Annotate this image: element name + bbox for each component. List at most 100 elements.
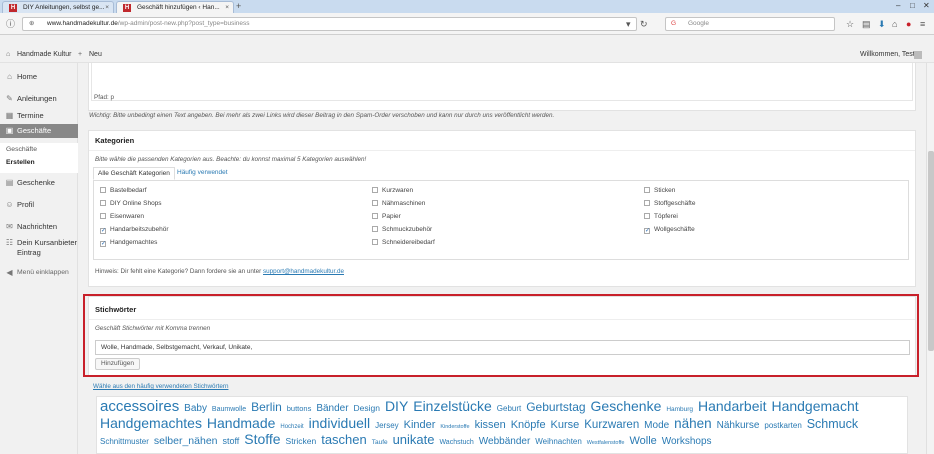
tag-cloud-item[interactable]: Nähkurse	[717, 420, 760, 431]
welcome-user[interactable]: Willkommen, Test	[860, 47, 915, 63]
tag-cloud-item[interactable]: nähen	[674, 416, 712, 431]
tag-cloud-item[interactable]: Workshops	[662, 436, 712, 447]
tag-cloud-item[interactable]: Handgemachtes	[100, 415, 202, 431]
tag-cloud-item[interactable]: individuell	[309, 415, 370, 431]
tag-cloud-item[interactable]: Einzelstücke	[413, 398, 492, 414]
reload-icon[interactable]: ↻	[640, 17, 648, 31]
page-scrollbar[interactable]	[926, 63, 934, 454]
tag-cloud-item[interactable]: Kurzwaren	[584, 419, 639, 431]
menu-icon[interactable]: ≡	[920, 17, 925, 31]
category-schneidereibedarf[interactable]: Schneidereibedarf	[372, 239, 435, 247]
tag-cloud-item[interactable]: Webbänder	[479, 436, 531, 447]
avatar[interactable]	[914, 51, 922, 59]
category-diy-online-shops[interactable]: DIY Online Shops	[100, 200, 162, 208]
tag-cloud-item[interactable]: Baby	[184, 403, 207, 414]
tag-cloud-item[interactable]: Kinder	[404, 419, 436, 431]
category-checkbox[interactable]	[372, 226, 378, 232]
submenu-item-erstellen[interactable]: Erstellen	[6, 159, 35, 166]
category-checkbox-checked[interactable]: ✓	[100, 241, 106, 247]
scrollbar-thumb[interactable]	[928, 151, 934, 351]
sidebar-item-home[interactable]: ⌂ Home	[0, 72, 78, 82]
category-kurzwaren[interactable]: Kurzwaren	[372, 187, 413, 195]
page-info-icon[interactable]: ⓘ	[6, 17, 15, 31]
addon-icon[interactable]: ●	[906, 17, 911, 31]
tag-cloud-item[interactable]: Stricken	[286, 436, 317, 446]
close-tab-icon[interactable]: ×	[225, 2, 229, 13]
browser-tab-2[interactable]: H Geschäft hinzufügen ‹ Han... ×	[116, 1, 234, 13]
tag-cloud-item[interactable]: stoff	[222, 436, 239, 446]
sidebar-item-kursanbieter[interactable]: ☷ Dein Kursanbieter Eintrag	[0, 238, 78, 258]
category-schmuckzubehoer[interactable]: Schmuckzubehör	[372, 226, 432, 234]
tag-cloud-item[interactable]: Taufe	[372, 439, 388, 446]
category-naehmaschinen[interactable]: Nähmaschinen	[372, 200, 425, 208]
category-checkbox[interactable]	[644, 187, 650, 193]
sidebar-item-geschenke[interactable]: ▤ Geschenke	[0, 178, 78, 188]
tag-cloud-item[interactable]: DIY	[385, 398, 408, 414]
frequent-tags-link[interactable]: Wähle aus den häufig verwendeten Stichwö…	[93, 383, 228, 390]
category-checkbox[interactable]	[372, 187, 378, 193]
url-bar[interactable]: ⊕ www.handmadekultur.de/wp-admin/post-ne…	[22, 17, 637, 31]
tag-cloud-item[interactable]: kissen	[475, 419, 506, 431]
tag-cloud-item[interactable]: Stoffe	[244, 431, 280, 447]
collapse-menu-button[interactable]: ◀ Menü einklappen	[0, 268, 78, 278]
tag-cloud-item[interactable]: Bänder	[316, 403, 348, 414]
category-checkbox[interactable]	[372, 239, 378, 245]
site-name-link[interactable]: Handmade Kultur	[17, 47, 71, 63]
tag-cloud-item[interactable]: Wachstuch	[439, 439, 473, 446]
dropdown-arrow-icon[interactable]: ▾	[626, 17, 631, 31]
sidebar-item-geschaefte[interactable]: ▣ Geschäfte	[0, 124, 78, 138]
browser-tab-1[interactable]: H DIY Anleitungen, selbst ge... ×	[2, 1, 114, 13]
tag-cloud-item[interactable]: Handmade	[207, 415, 276, 431]
category-checkbox[interactable]	[100, 200, 106, 206]
download-icon[interactable]: ⬇	[878, 17, 886, 31]
minimize-icon[interactable]: –	[896, 0, 900, 12]
tag-cloud-item[interactable]: Mode	[644, 420, 669, 431]
tag-cloud-item[interactable]: Geburt	[497, 404, 521, 413]
tag-cloud-item[interactable]: Hamburg	[666, 406, 693, 413]
wordpress-icon[interactable]: ⌂	[6, 47, 10, 63]
tag-cloud-item[interactable]: Knöpfe	[511, 419, 546, 431]
library-icon[interactable]: ▤	[862, 17, 871, 31]
support-email-link[interactable]: support@handmadekultur.de	[263, 268, 344, 275]
tag-cloud-item[interactable]: postkarten	[764, 421, 801, 430]
tag-cloud-item[interactable]: Jersey	[375, 421, 399, 430]
sidebar-item-anleitungen[interactable]: ✎ Anleitungen	[0, 94, 78, 104]
search-input[interactable]: G Google	[665, 17, 835, 31]
new-content-link[interactable]: Neu	[89, 47, 102, 63]
tag-cloud-item[interactable]: Wolle	[629, 435, 656, 447]
close-window-icon[interactable]: ✕	[923, 0, 930, 12]
tab-frequent-categories[interactable]: Häufig verwendet	[173, 167, 232, 180]
category-checkbox[interactable]	[100, 213, 106, 219]
tag-cloud-item[interactable]: Kinderstoffe	[440, 424, 469, 430]
submenu-item-geschaefte[interactable]: Geschäfte	[6, 146, 37, 153]
category-stoffgeschaefte[interactable]: Stoffgeschäfte	[644, 200, 695, 208]
category-checkbox[interactable]	[644, 213, 650, 219]
tag-cloud-item[interactable]: Hochzeit	[280, 424, 303, 430]
sidebar-item-profil[interactable]: ☺ Profil	[0, 200, 78, 210]
tag-cloud-item[interactable]: Baumwolle	[212, 406, 246, 413]
category-papier[interactable]: Papier	[372, 213, 401, 221]
category-handarbeitszubehoer[interactable]: ✓ Handarbeitszubehör	[100, 226, 169, 234]
tag-cloud-item[interactable]: Geschenke	[591, 398, 662, 414]
category-bastelbedarf[interactable]: Bastelbedarf	[100, 187, 147, 195]
category-checkbox[interactable]	[644, 200, 650, 206]
category-checkbox[interactable]	[100, 187, 106, 193]
new-tab-button[interactable]: +	[236, 1, 241, 12]
tag-cloud-item[interactable]: Westfalenstoffe	[587, 440, 625, 446]
tag-cloud-item[interactable]: taschen	[321, 432, 367, 447]
category-sticken[interactable]: Sticken	[644, 187, 675, 195]
tab-all-categories[interactable]: Alle Geschäft Kategorien	[93, 167, 175, 180]
maximize-icon[interactable]: □	[910, 0, 915, 12]
category-handgemachtes[interactable]: ✓ Handgemachtes	[100, 239, 157, 247]
tag-cloud-item[interactable]: Weihnachten	[535, 437, 582, 446]
tag-cloud-item[interactable]: Berlin	[251, 400, 282, 414]
tag-cloud-item[interactable]: Kurse	[551, 419, 580, 431]
sidebar-item-termine[interactable]: ▦ Termine	[0, 111, 78, 121]
tag-cloud-item[interactable]: Handarbeit	[698, 398, 767, 414]
home-browser-icon[interactable]: ⌂	[892, 17, 897, 31]
tag-cloud-item[interactable]: Geburtstag	[526, 400, 585, 414]
tag-cloud-item[interactable]: Design	[354, 403, 380, 413]
tag-cloud-item[interactable]: unikate	[393, 432, 435, 447]
category-wollgeschaefte[interactable]: ✓ Wollgeschäfte	[644, 226, 695, 234]
editor-textarea[interactable]	[91, 63, 913, 101]
